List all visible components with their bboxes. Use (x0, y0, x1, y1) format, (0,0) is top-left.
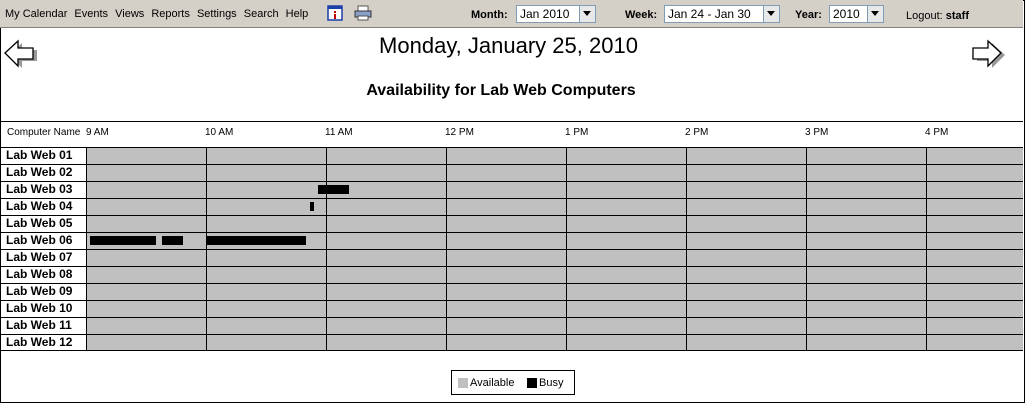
logout-username: staff (945, 10, 969, 22)
week-label: Week: (625, 9, 658, 21)
hour-gridline (326, 147, 327, 350)
computer-name-cell: Lab Web 03 (1, 181, 86, 198)
computer-name-cell: Lab Web 05 (1, 215, 86, 232)
time-header: 12 PM (445, 127, 474, 138)
time-header: 3 PM (805, 127, 829, 138)
busy-block[interactable] (161, 236, 184, 245)
hour-gridline (446, 147, 447, 350)
hour-gridline (686, 147, 687, 350)
week-select-value: Jan 24 - Jan 30 (668, 7, 751, 21)
busy-block[interactable] (207, 236, 306, 245)
chevron-down-icon[interactable] (867, 6, 883, 22)
logout-link[interactable]: Logout: staff (906, 10, 969, 22)
computer-name-cell: Lab Web 01 (1, 147, 86, 164)
time-header: 4 PM (925, 127, 949, 138)
computer-name-cell: Lab Web 07 (1, 249, 86, 266)
availability-row[interactable] (86, 300, 1023, 317)
hour-gridline (206, 147, 207, 350)
time-header: 9 AM (86, 127, 109, 138)
computer-name-cell: Lab Web 11 (1, 317, 86, 334)
menu-item-settings[interactable]: Settings (197, 8, 237, 20)
page-title: Monday, January 25, 2010 (379, 33, 638, 58)
computer-name-cell: Lab Web 02 (1, 164, 86, 181)
computer-name-cell: Lab Web 04 (1, 198, 86, 215)
time-header: 1 PM (565, 127, 589, 138)
computer-name-cell: Lab Web 08 (1, 266, 86, 283)
busy-swatch (527, 378, 537, 388)
availability-row[interactable] (86, 317, 1023, 334)
year-select[interactable]: 2010 (829, 5, 884, 23)
year-label: Year: (795, 9, 822, 21)
menu-item-my-calendar[interactable]: My Calendar (5, 8, 67, 20)
legend: Available Busy (451, 370, 575, 395)
page-subtitle: Availability for Lab Web Computers (366, 82, 636, 99)
chevron-down-icon[interactable] (579, 6, 595, 22)
legend-available-label: Available (470, 377, 515, 389)
hour-gridline (806, 147, 807, 350)
availability-row[interactable] (86, 215, 1023, 232)
week-select[interactable]: Jan 24 - Jan 30 (664, 5, 780, 23)
menu-item-help[interactable]: Help (286, 8, 309, 20)
label-column-divider (86, 147, 87, 350)
busy-block[interactable] (317, 185, 349, 194)
time-header: 10 AM (205, 127, 234, 138)
busy-block[interactable] (310, 202, 314, 211)
availability-row[interactable] (86, 198, 1023, 215)
month-select-value: Jan 2010 (520, 7, 570, 21)
availability-row[interactable] (86, 147, 1023, 164)
available-swatch (458, 378, 468, 388)
hour-gridline (566, 147, 567, 350)
computer-name-cell: Lab Web 06 (1, 232, 86, 249)
busy-block[interactable] (89, 236, 156, 245)
computer-name-cell: Lab Web 09 (1, 283, 86, 300)
legend-busy-label: Busy (539, 377, 564, 389)
menu-bar: My Calendar Events Views Reports Setting… (0, 0, 1023, 28)
chevron-down-icon[interactable] (763, 6, 779, 22)
time-header: 2 PM (685, 127, 709, 138)
time-header: 11 AM (325, 127, 353, 138)
availability-row[interactable] (86, 334, 1023, 351)
menu-item-search[interactable]: Search (244, 8, 279, 20)
availability-row[interactable] (86, 283, 1023, 300)
availability-row[interactable] (86, 249, 1023, 266)
main-menu: My Calendar Events Views Reports Setting… (5, 8, 312, 20)
printer-icon[interactable] (354, 5, 372, 21)
month-label: Month: (471, 9, 508, 21)
hour-gridline (926, 147, 927, 350)
menu-item-events[interactable]: Events (74, 8, 108, 20)
computer-name-cell: Lab Web 10 (1, 300, 86, 317)
availability-row[interactable] (86, 164, 1023, 181)
menu-item-views[interactable]: Views (115, 8, 144, 20)
availability-row[interactable] (86, 181, 1023, 198)
grid-top-border (1, 121, 1023, 122)
year-select-value: 2010 (833, 7, 860, 21)
logout-label: Logout: (906, 10, 943, 22)
availability-row[interactable] (86, 266, 1023, 283)
month-select[interactable]: Jan 2010 (516, 5, 596, 23)
computer-name-cell: Lab Web 12 (1, 334, 86, 351)
computer-name-header: Computer Name (7, 127, 81, 138)
menu-item-reports[interactable]: Reports (151, 8, 190, 20)
grid-bottom-border (1, 350, 1023, 351)
help-book-icon[interactable] (327, 5, 343, 21)
